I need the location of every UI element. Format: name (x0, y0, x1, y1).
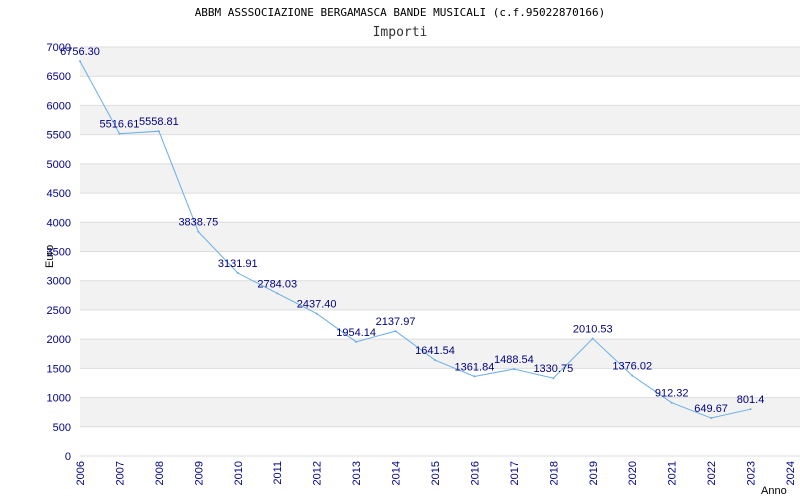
y-tick-label: 6500 (47, 71, 71, 83)
data-point (591, 337, 594, 340)
data-label: 1330.75 (533, 363, 573, 375)
data-point (236, 272, 239, 275)
data-label: 1954.14 (336, 327, 376, 339)
data-label: 1376.02 (612, 361, 652, 373)
x-tick-label: 2016 (469, 461, 481, 485)
x-tick-label: 2011 (272, 461, 284, 485)
data-point (157, 130, 160, 133)
x-tick-label: 2018 (548, 461, 560, 485)
grid-band (80, 105, 800, 135)
x-tick-label: 2009 (193, 461, 205, 485)
x-tick-label: 2019 (588, 461, 600, 485)
data-point (197, 230, 200, 233)
data-label: 649.67 (694, 403, 728, 415)
data-point (710, 417, 713, 420)
data-label: 2137.97 (376, 316, 416, 328)
y-axis-label: Euro (44, 245, 56, 268)
y-tick-label: 6000 (47, 100, 71, 112)
data-point (670, 401, 673, 404)
x-tick-label: 2015 (430, 461, 442, 485)
x-tick-label: 2007 (114, 461, 126, 485)
x-tick-label: 2024 (785, 461, 797, 485)
y-tick-label: 500 (53, 422, 71, 434)
y-tick-label: 0 (65, 451, 71, 463)
x-tick-label: 2010 (233, 461, 245, 485)
data-label: 6756.30 (60, 46, 100, 58)
data-label: 2437.40 (297, 299, 337, 311)
grid-band (80, 397, 800, 427)
data-point (749, 408, 752, 411)
x-tick-label: 2006 (75, 461, 87, 485)
grid-band (80, 280, 800, 310)
data-label: 2784.03 (257, 278, 297, 290)
data-point (631, 374, 634, 377)
data-label: 801.4 (737, 394, 765, 406)
y-tick-label: 1000 (47, 393, 71, 405)
x-tick-label: 2012 (312, 461, 324, 485)
data-point (473, 375, 476, 378)
y-tick-label: 2000 (47, 334, 71, 346)
data-point (552, 377, 555, 380)
x-tick-label: 2020 (627, 461, 639, 485)
x-tick-label: 2014 (391, 461, 403, 485)
data-label: 2010.53 (573, 324, 613, 336)
data-point (394, 330, 397, 333)
x-axis-label: Anno (761, 485, 787, 497)
data-point (355, 340, 358, 343)
x-tick-label: 2021 (667, 461, 679, 485)
data-label: 912.32 (655, 388, 689, 400)
y-tick-label: 3000 (47, 276, 71, 288)
data-point (315, 312, 318, 315)
grid-band (80, 163, 800, 194)
data-point (512, 368, 515, 371)
data-label: 1488.54 (494, 354, 534, 366)
data-point (276, 292, 279, 295)
y-tick-label: 4500 (47, 188, 71, 200)
data-label: 3838.75 (178, 217, 218, 229)
data-label: 1361.84 (455, 361, 495, 373)
grid-band (80, 47, 800, 77)
data-label: 5558.81 (139, 116, 179, 128)
y-tick-label: 2500 (47, 305, 71, 317)
x-tick-label: 2017 (509, 461, 521, 485)
data-point (434, 359, 436, 362)
line-chart: 0500100015002000250030003500400045005000… (44, 42, 800, 497)
x-tick-label: 2013 (351, 461, 363, 485)
data-label: 5516.61 (100, 119, 140, 131)
x-tick-label: 2023 (746, 461, 758, 485)
y-tick-label: 1500 (47, 363, 71, 375)
data-label: 3131.91 (218, 258, 258, 270)
y-tick-label: 4000 (47, 217, 71, 229)
x-tick-label: 2008 (154, 461, 166, 485)
data-label: 1641.54 (415, 345, 455, 357)
y-tick-label: 5000 (47, 159, 71, 171)
data-point (118, 132, 121, 135)
data-point (79, 60, 81, 63)
y-tick-label: 5500 (47, 130, 71, 142)
x-tick-label: 2022 (706, 461, 718, 485)
